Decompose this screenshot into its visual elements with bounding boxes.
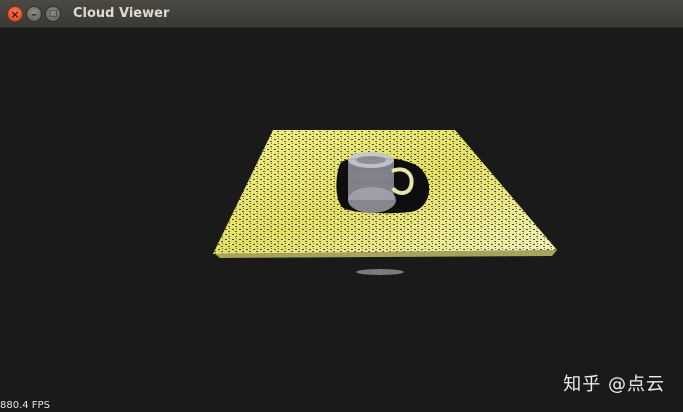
maximize-icon: □: [48, 8, 58, 19]
point-cloud-fragment: [356, 269, 404, 275]
maximize-window-button[interactable]: □: [45, 6, 61, 22]
close-window-button[interactable]: ×: [7, 6, 23, 22]
point-cloud-viewport[interactable]: 880.4 FPS 知乎 @点云: [0, 28, 683, 412]
window-title: Cloud Viewer: [73, 6, 170, 21]
minimize-icon: –: [31, 7, 37, 21]
fps-counter: 880.4 FPS: [0, 400, 50, 411]
minimize-window-button[interactable]: –: [26, 6, 42, 22]
close-icon: ×: [10, 7, 20, 21]
watermark: 知乎 @点云: [563, 374, 665, 395]
title-bar[interactable]: × – □ Cloud Viewer: [0, 0, 683, 28]
point-cloud-render: [213, 130, 557, 275]
